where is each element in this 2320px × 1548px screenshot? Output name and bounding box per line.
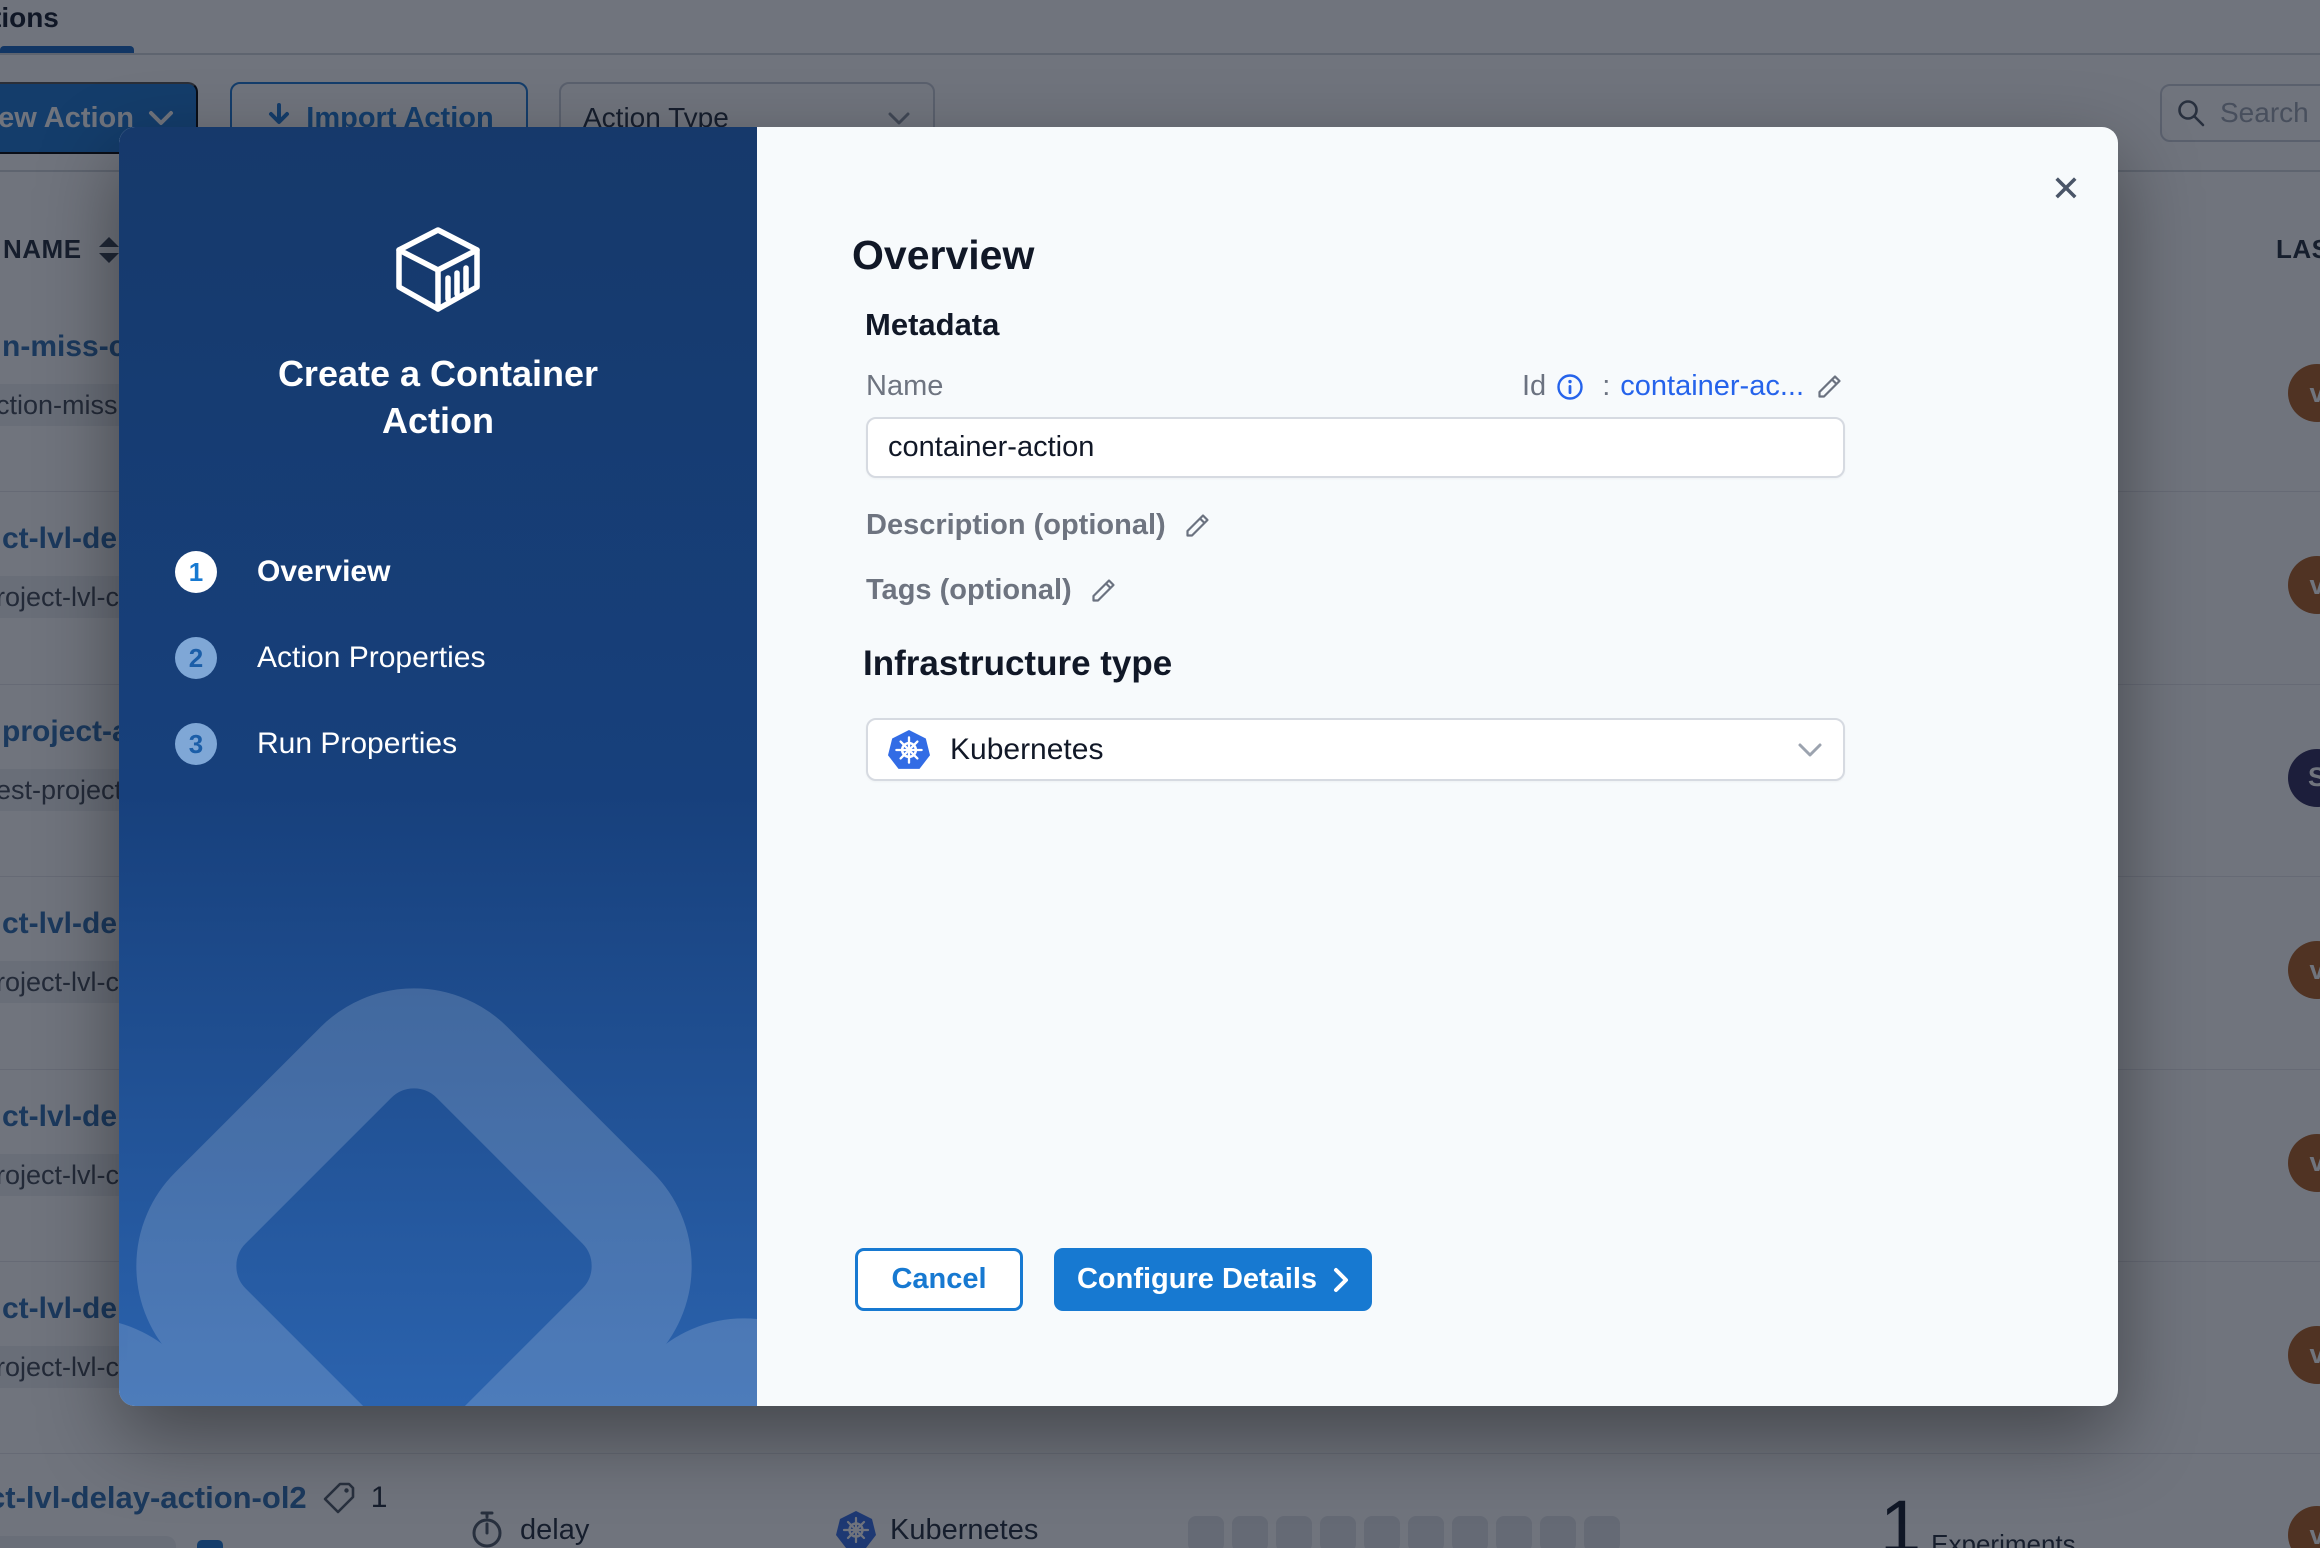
- chevron-down-icon: [1797, 742, 1823, 758]
- tags-field: Tags (optional): [866, 574, 1118, 607]
- wizard-steps: 1 Overview 2 Action Properties 3 Run Pro…: [175, 551, 485, 765]
- id-row: Id : container-ac...: [1522, 370, 1844, 403]
- step-run-properties[interactable]: 3 Run Properties: [175, 723, 485, 765]
- page-title: Overview: [852, 232, 1034, 279]
- edit-pencil-icon[interactable]: [1088, 576, 1118, 606]
- info-icon[interactable]: [1556, 373, 1584, 401]
- id-separator: :: [1602, 370, 1610, 403]
- metadata-section-title: Metadata: [865, 307, 999, 343]
- kubernetes-icon: [888, 729, 930, 771]
- step-action-properties[interactable]: 2 Action Properties: [175, 637, 485, 679]
- step-number: 2: [175, 637, 217, 679]
- infrastructure-value: Kubernetes: [950, 733, 1103, 767]
- wizard-content: ✕ Overview Metadata Name Id : container-…: [757, 127, 2118, 1406]
- edit-pencil-icon[interactable]: [1182, 511, 1212, 541]
- step-number: 3: [175, 723, 217, 765]
- name-field-label: Name: [866, 370, 943, 403]
- infrastructure-section-title: Infrastructure type: [863, 644, 1172, 684]
- id-value-link[interactable]: container-ac...: [1620, 370, 1804, 403]
- cancel-label: Cancel: [891, 1263, 986, 1296]
- step-label: Action Properties: [257, 641, 485, 675]
- modal-title: Create a Container Action: [218, 351, 658, 445]
- screen: tions ew Action Import Action Action Typ…: [0, 0, 2320, 1548]
- description-field: Description (optional): [866, 509, 1212, 542]
- step-label: Run Properties: [257, 727, 457, 761]
- name-input[interactable]: [866, 417, 1845, 478]
- cancel-button[interactable]: Cancel: [855, 1248, 1023, 1311]
- close-icon[interactable]: ✕: [2040, 163, 2092, 215]
- edit-pencil-icon[interactable]: [1814, 372, 1844, 402]
- chevron-right-icon: [1333, 1267, 1349, 1293]
- configure-details-label: Configure Details: [1077, 1263, 1317, 1296]
- create-container-action-modal: Create a Container Action 1 Overview 2 A…: [119, 127, 2118, 1406]
- container-box-icon: [392, 225, 484, 321]
- configure-details-button[interactable]: Configure Details: [1054, 1248, 1372, 1311]
- tags-label: Tags (optional): [866, 574, 1072, 607]
- infrastructure-type-select[interactable]: Kubernetes: [866, 718, 1845, 781]
- description-label: Description (optional): [866, 509, 1166, 542]
- step-label: Overview: [257, 555, 390, 589]
- step-overview[interactable]: 1 Overview: [175, 551, 485, 593]
- wizard-sidebar: Create a Container Action 1 Overview 2 A…: [119, 127, 757, 1406]
- id-label: Id: [1522, 370, 1546, 403]
- step-number: 1: [175, 551, 217, 593]
- brand-watermark: [119, 886, 757, 1406]
